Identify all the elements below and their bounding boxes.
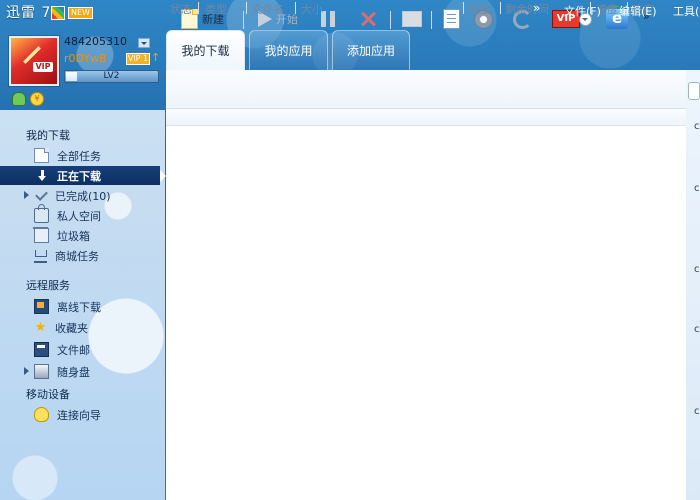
tab-my-downloads[interactable]: 我的下载 [166, 30, 245, 70]
column-header-row [166, 109, 686, 126]
level-progress-bar: LV2 [64, 70, 159, 83]
sidebar-item-favorites[interactable]: ★ 收藏夹 [34, 318, 162, 337]
sidebar-item-mall-tasks[interactable]: 商城任务 [34, 246, 162, 265]
sidebar-item-offline-download[interactable]: 离线下载 [34, 297, 162, 316]
right-edge-char-2: c [694, 183, 700, 194]
tab-add-apps[interactable]: 添加应用 [332, 30, 410, 70]
colorful-logo-icon [51, 6, 65, 20]
sidebar-item-connection-wizard[interactable]: 连接向导 [34, 405, 162, 424]
download-list-area[interactable] [166, 70, 686, 500]
right-edge-strip [686, 70, 700, 500]
document-icon [34, 148, 49, 163]
tab-my-apps[interactable]: 我的应用 [249, 30, 328, 70]
user-name[interactable]: r0DYwB [64, 52, 107, 65]
mailbox-icon [34, 342, 49, 357]
lock-icon [34, 204, 49, 223]
sidebar-item-label: 离线下载 [57, 300, 101, 314]
sidebar-item-private-space[interactable]: 私人空间 [34, 204, 162, 225]
sidebar-item-all-tasks[interactable]: 全部任务 [34, 146, 162, 165]
star-icon: ★ [34, 320, 47, 335]
avatar-vip-icon: VIP [33, 62, 53, 72]
toolbar [166, 70, 686, 109]
vip-badge[interactable]: VIP 1 [126, 53, 150, 65]
monitor-icon [34, 299, 49, 314]
menu-more-icon[interactable]: » [533, 1, 540, 15]
sidebar-item-portable-disk[interactable]: 随身盘 [34, 362, 162, 381]
title-bar: 迅雷 7 NEW » 文件(F) 编辑(E) 工具( [0, 0, 700, 22]
expand-completed-icon[interactable] [24, 191, 29, 199]
upgrade-icon[interactable]: ↑ [151, 51, 160, 64]
sidebar-item-label: 垃圾箱 [57, 229, 90, 243]
sidebar-item-label: 私人空间 [57, 209, 101, 223]
sidebar-section-my-downloads: 我的下载 [26, 129, 70, 142]
user-dropdown-icon[interactable] [138, 38, 150, 48]
right-edge-char-3: c [694, 264, 700, 275]
sidebar-section-remote-services: 远程服务 [26, 279, 70, 292]
right-edge-handle[interactable] [688, 82, 700, 100]
sidebar-item-label: 连接向导 [57, 408, 101, 422]
cart-icon [34, 248, 47, 263]
level-label: LV2 [103, 71, 120, 81]
sidebar-item-completed[interactable]: 已完成(10) [34, 186, 162, 205]
user-id: 484205310 [64, 35, 127, 48]
disk-icon [34, 364, 49, 379]
sidebar-item-label: 已完成(10) [55, 189, 111, 203]
sidebar-section-mobile-devices: 移动设备 [26, 388, 70, 401]
menu-file[interactable]: 文件(F) [564, 3, 601, 19]
sidebar-item-label: 收藏夹 [55, 321, 88, 335]
menu-edit[interactable]: 编辑(E) [619, 3, 657, 19]
sidebar-item-label: 正在下载 [57, 169, 101, 183]
sidebar-item-downloading[interactable]: 正在下载 [0, 166, 166, 185]
sidebar-item-trash[interactable]: 垃圾箱 [33, 226, 162, 245]
app-title: 迅雷 7 [6, 5, 52, 21]
right-edge-char-5: c [694, 406, 700, 417]
sidebar-item-file-mail[interactable]: 文件邮 [34, 340, 162, 359]
sidebar-item-label: 全部任务 [57, 149, 101, 163]
check-icon [34, 189, 47, 202]
right-edge-char-1: c [694, 121, 700, 132]
sidebar-item-label: 随身盘 [57, 365, 90, 379]
sidebar-item-label: 商城任务 [55, 249, 99, 263]
bulb-icon [34, 407, 49, 422]
chat-icon[interactable] [12, 92, 26, 106]
new-badge: NEW [68, 7, 93, 19]
right-edge-char-4: c [694, 324, 700, 335]
trash-icon [33, 227, 49, 243]
expand-disk-icon[interactable] [24, 367, 29, 375]
sidebar-item-label: 文件邮 [57, 343, 90, 357]
coin-icon[interactable]: ¥ [30, 92, 44, 106]
down-arrow-icon [36, 169, 49, 182]
avatar[interactable]: VIP [9, 36, 59, 86]
menu-tools[interactable]: 工具( [673, 3, 699, 19]
